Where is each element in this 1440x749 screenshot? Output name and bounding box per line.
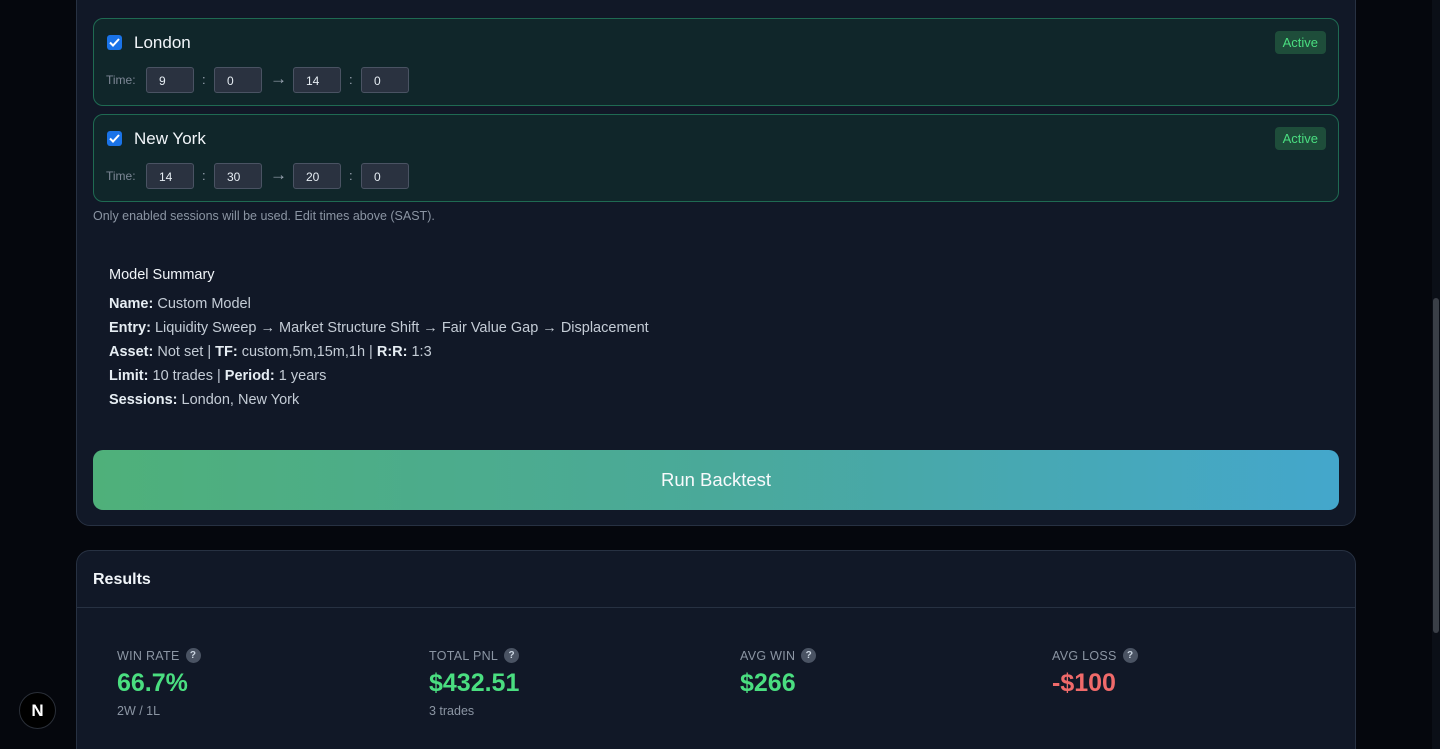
session-new-york: New York Active Time: 14 : 30 → 20 : 0 [93, 114, 1339, 202]
stat-value: 66.7% [117, 669, 188, 697]
summary-name-line: Name: Custom Model [109, 296, 251, 312]
session-name: London [134, 33, 191, 52]
stat-win-rate: WIN RATE? 66.7% 2W / 1L [117, 648, 201, 718]
arrow-right-icon: → [270, 165, 287, 184]
status-badge: Active [1274, 31, 1326, 54]
summary-entry-line: Entry: Liquidity Sweep → Market Structur… [109, 320, 649, 336]
time-label: Time: [106, 169, 136, 183]
results-divider [77, 607, 1355, 608]
results-card: Results WIN RATE? 66.7% 2W / 1L TOTAL PN… [76, 550, 1356, 749]
end-hour-input[interactable]: 20 [293, 163, 341, 189]
stat-avg-win: AVG WIN? $266 [740, 648, 817, 698]
stat-total-pnl: TOTAL PNL? $432.51 3 trades [429, 648, 520, 718]
session-london-checkbox[interactable] [107, 35, 122, 50]
backtest-config-card: London Active Time: 9 : 0 → 14 : 0 New Y… [76, 0, 1356, 526]
model-summary-title: Model Summary [109, 267, 215, 283]
session-name: New York [134, 129, 206, 148]
stat-value: $432.51 [429, 669, 520, 697]
start-minute-input[interactable]: 30 [214, 163, 262, 189]
time-separator: : [202, 72, 206, 87]
summary-limit-line: Limit: 10 trades | Period: 1 years [109, 368, 327, 384]
session-new-york-checkbox[interactable] [107, 131, 122, 146]
stat-value: $266 [740, 669, 796, 697]
results-title: Results [93, 571, 151, 588]
time-separator: : [349, 168, 353, 183]
end-minute-input[interactable]: 0 [361, 67, 409, 93]
stat-value: -$100 [1052, 669, 1116, 697]
scrollbar[interactable] [1432, 0, 1440, 749]
end-hour-input[interactable]: 14 [293, 67, 341, 93]
summary-asset-line: Asset: Not set | TF: custom,5m,15m,1h | … [109, 344, 432, 360]
check-icon [109, 134, 120, 143]
run-backtest-button[interactable]: Run Backtest [93, 450, 1339, 510]
summary-sessions-line: Sessions: London, New York [109, 392, 300, 408]
status-badge: Active [1274, 127, 1326, 150]
model-summary: Model Summary Name: Custom Model Entry: … [109, 267, 649, 416]
stat-avg-loss: AVG LOSS? -$100 [1052, 648, 1138, 698]
session-london: London Active Time: 9 : 0 → 14 : 0 [93, 18, 1339, 106]
time-label: Time: [106, 73, 136, 87]
start-minute-input[interactable]: 0 [214, 67, 262, 93]
help-icon[interactable]: ? [504, 648, 520, 663]
start-hour-input[interactable]: 9 [146, 67, 194, 93]
time-separator: : [202, 168, 206, 183]
framework-badge-icon[interactable]: N [19, 692, 56, 729]
help-icon[interactable]: ? [801, 648, 817, 663]
end-minute-input[interactable]: 0 [361, 163, 409, 189]
sessions-hint: Only enabled sessions will be used. Edit… [93, 209, 435, 223]
stat-sub: 2W / 1L [117, 704, 161, 718]
help-icon[interactable]: ? [185, 648, 201, 663]
scrollbar-thumb[interactable] [1433, 298, 1439, 633]
start-hour-input[interactable]: 14 [146, 163, 194, 189]
help-icon[interactable]: ? [1122, 648, 1138, 663]
arrow-right-icon: → [270, 69, 287, 88]
time-separator: : [349, 72, 353, 87]
check-icon [109, 38, 120, 47]
stat-sub: 3 trades [429, 704, 475, 718]
